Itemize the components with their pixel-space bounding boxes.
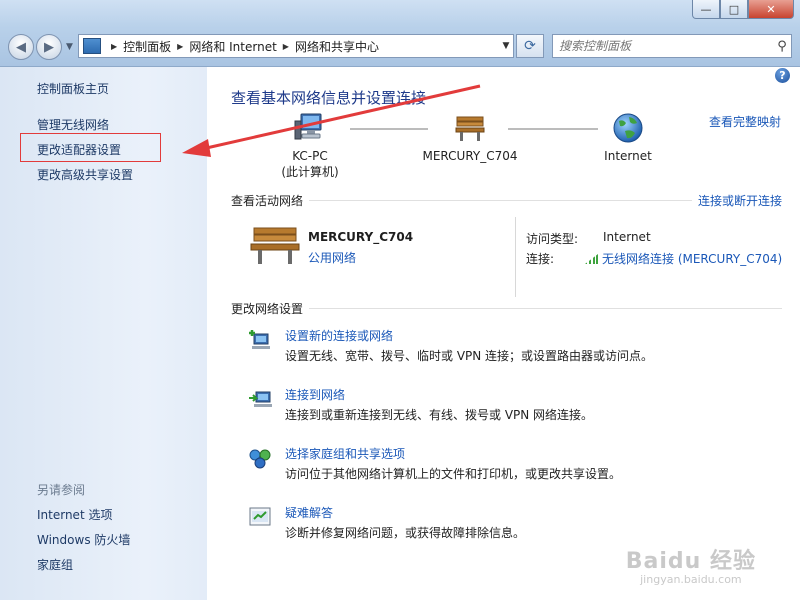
chevron-right-icon[interactable]: ▶ xyxy=(177,42,183,51)
active-network-name: MERCURY_C704 xyxy=(308,230,414,244)
map-node-computer[interactable]: KC-PC (此计算机) xyxy=(270,111,350,180)
breadcrumb-item[interactable]: 网络和 Internet xyxy=(189,38,276,55)
task-description: 诊断并修复网络问题，或获得故障排除信息。 xyxy=(285,526,526,540)
troubleshoot-icon xyxy=(249,507,271,526)
bench-network-icon xyxy=(250,227,300,264)
search-box[interactable]: ⚲ xyxy=(552,34,792,58)
change-settings-heading: 更改网络设置 xyxy=(231,300,310,317)
section-divider xyxy=(231,308,782,309)
breadcrumb-item[interactable]: 网络和共享中心 xyxy=(295,38,379,55)
navigation-buttons: ◀ ▶ ▼ xyxy=(8,34,73,60)
homegroup-sharing-link[interactable]: 选择家庭组和共享选项 xyxy=(285,445,405,462)
back-arrow-icon[interactable]: ◀ xyxy=(8,34,34,60)
wireless-connection-link[interactable]: 无线网络连接 (MERCURY_C704) xyxy=(602,252,782,266)
refresh-icon: ⟳ xyxy=(524,38,536,54)
sidebar-item-manage-wireless[interactable]: 管理无线网络 xyxy=(37,116,109,133)
chevron-right-icon[interactable]: ▶ xyxy=(283,42,289,51)
node-name: KC-PC xyxy=(292,149,328,163)
node-name: MERCURY_C704 xyxy=(422,149,518,163)
sidebar-item-windows-firewall[interactable]: Windows 防火墙 xyxy=(37,531,130,548)
connect-network-icon xyxy=(249,391,272,407)
connect-to-network-link[interactable]: 连接到网络 xyxy=(285,386,345,403)
help-icon[interactable]: ? xyxy=(775,68,790,83)
address-bar[interactable]: ▶ 控制面板 ▶ 网络和 Internet ▶ 网络和共享中心 ▼ xyxy=(78,34,514,58)
close-button[interactable]: ✕ xyxy=(748,0,794,19)
node-name: Internet xyxy=(604,149,652,163)
network-type-link[interactable]: 公用网络 xyxy=(308,249,356,266)
main-content: ? 查看基本网络信息并设置连接 查看完整映射 KC-PC (此计算机) MERC… xyxy=(208,67,800,600)
access-type-value: Internet xyxy=(603,230,651,244)
map-connector xyxy=(508,128,598,130)
search-icon[interactable]: ⚲ xyxy=(773,39,791,54)
task-description: 连接到或重新连接到无线、有线、拨号或 VPN 网络连接。 xyxy=(285,408,594,422)
watermark-url: jingyan.baidu.com xyxy=(640,573,742,586)
connect-disconnect-link[interactable]: 连接或断开连接 xyxy=(691,192,782,209)
sidebar-item-advanced-sharing[interactable]: 更改高级共享设置 xyxy=(37,166,133,183)
see-also-heading: 另请参阅 xyxy=(37,483,86,497)
sidebar-item-homegroup[interactable]: 家庭组 xyxy=(37,556,73,573)
maximize-button[interactable]: □ xyxy=(720,0,748,19)
refresh-button[interactable]: ⟳ xyxy=(516,34,544,58)
map-node-network[interactable]: MERCURY_C704 xyxy=(420,111,520,164)
page-title: 查看基本网络信息并设置连接 xyxy=(231,89,427,107)
node-subtitle: (此计算机) xyxy=(281,165,339,179)
window-titlebar: — □ ✕ ◀ ▶ ▼ ▶ 控制面板 ▶ 网络和 Internet ▶ 网络和共… xyxy=(0,0,800,67)
new-connection-icon xyxy=(249,330,270,349)
annotation-highlight-box xyxy=(20,133,161,162)
minimize-button[interactable]: — xyxy=(692,0,720,19)
breadcrumb-item[interactable]: 控制面板 xyxy=(123,38,171,55)
window-controls: — □ ✕ xyxy=(692,0,794,19)
forward-arrow-icon[interactable]: ▶ xyxy=(36,34,62,60)
vertical-divider xyxy=(515,217,516,297)
sidebar-item-control-panel-home[interactable]: 控制面板主页 xyxy=(37,80,109,97)
search-input[interactable] xyxy=(553,38,773,54)
homegroup-icon xyxy=(249,449,271,469)
bench-network-icon xyxy=(455,116,485,141)
recent-pages-dropdown-icon[interactable]: ▼ xyxy=(66,42,73,52)
map-node-internet[interactable]: Internet xyxy=(588,111,668,164)
connection-value: 无线网络连接 (MERCURY_C704) xyxy=(585,250,782,267)
task-description: 访问位于其他网络计算机上的文件和打印机，或更改共享设置。 xyxy=(285,467,622,481)
map-connector xyxy=(350,128,428,130)
task-description: 设置无线、宽带、拨号、临时或 VPN 连接；或设置路由器或访问点。 xyxy=(285,349,654,363)
watermark-brand: Baidu 经验 xyxy=(625,549,756,574)
globe-icon xyxy=(613,113,643,143)
troubleshoot-link[interactable]: 疑难解答 xyxy=(285,504,333,521)
control-panel-icon xyxy=(83,38,101,54)
wireless-signal-icon xyxy=(585,254,598,264)
active-networks-heading: 查看活动网络 xyxy=(231,192,310,209)
computer-icon xyxy=(294,113,322,140)
access-type-label: 访问类型: xyxy=(526,232,579,246)
baidu-watermark: Baidu 经验 jingyan.baidu.com xyxy=(626,543,756,586)
connection-label: 连接: xyxy=(526,252,555,266)
sidebar-item-internet-options[interactable]: Internet 选项 xyxy=(37,506,112,523)
view-full-map-link[interactable]: 查看完整映射 xyxy=(709,113,781,130)
setup-connection-link[interactable]: 设置新的连接或网络 xyxy=(285,327,393,344)
chevron-right-icon[interactable]: ▶ xyxy=(111,42,117,51)
chevron-down-icon[interactable]: ▼ xyxy=(499,41,513,51)
